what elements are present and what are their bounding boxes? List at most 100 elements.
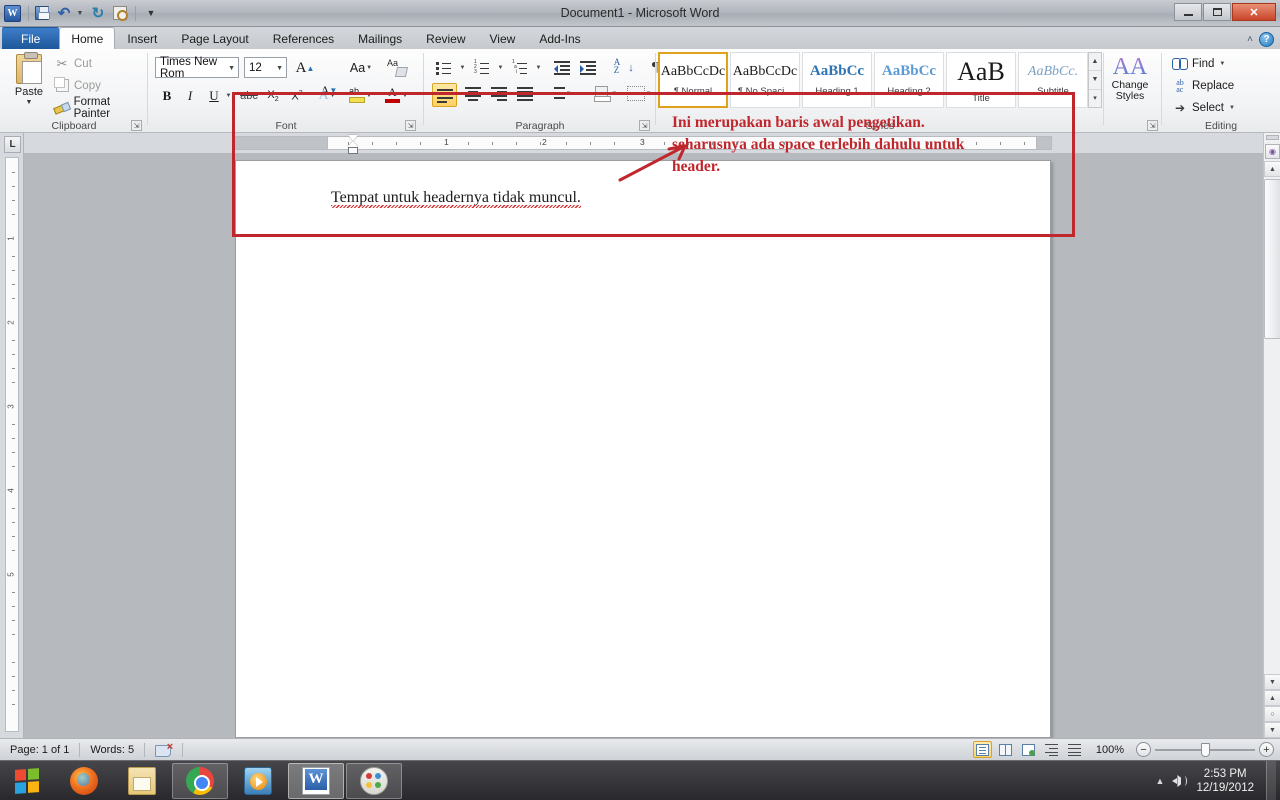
view-web-layout-button[interactable]	[1019, 741, 1038, 758]
bold-button[interactable]: B	[157, 85, 177, 107]
zoom-slider-thumb[interactable]	[1201, 742, 1210, 757]
clear-formatting-button[interactable]	[384, 57, 410, 79]
undo-icon[interactable]: ↶	[54, 3, 74, 23]
word-count[interactable]: Words: 5	[80, 739, 144, 761]
document-body-text[interactable]: Tempat untuk headernya tidak muncul.	[331, 189, 581, 207]
justify-button[interactable]	[512, 83, 537, 104]
tab-file[interactable]: File	[2, 27, 60, 49]
paste-button[interactable]: Paste ▼	[6, 52, 52, 116]
font-size-input[interactable]: 12 ▼	[244, 57, 287, 78]
tab-mailings[interactable]: Mailings	[346, 28, 414, 49]
style-heading-1[interactable]: AaBbCс Heading 1	[802, 52, 872, 108]
chevron-down-icon[interactable]: ▼	[141, 3, 161, 23]
left-margin-area[interactable]	[232, 136, 328, 150]
zoom-out-button[interactable]: −	[1136, 742, 1151, 757]
format-painter-button[interactable]: Format Painter	[52, 96, 148, 120]
gallery-more-icon[interactable]: ▾	[1089, 90, 1101, 107]
subscript-button[interactable]: X2	[262, 85, 284, 107]
style-no-spacing[interactable]: AaBbCcDc ¶ No Spaci...	[730, 52, 800, 108]
document-page[interactable]: Tempat untuk headernya tidak muncul.	[235, 160, 1051, 738]
select-browse-object-icon[interactable]: ◉	[1265, 144, 1280, 159]
increase-indent-button[interactable]	[576, 57, 600, 78]
taskbar-item-media-player[interactable]	[230, 763, 286, 799]
taskbar-item-firefox[interactable]	[56, 763, 112, 799]
line-spacing-button[interactable]: ▼	[546, 83, 572, 104]
help-icon[interactable]: ?	[1259, 32, 1274, 47]
superscript-button[interactable]: X2	[286, 85, 308, 107]
numbering-button[interactable]: 123	[470, 57, 494, 78]
paragraph-dialog-launcher-icon[interactable]: ⇲	[639, 120, 650, 131]
shading-button[interactable]: ▼	[592, 83, 618, 104]
tab-insert[interactable]: Insert	[115, 28, 169, 49]
gallery-scroll-down-icon[interactable]: ▼	[1089, 71, 1101, 90]
bullets-button[interactable]	[432, 57, 456, 78]
tab-stop-selector[interactable]: L	[4, 136, 21, 153]
text-effects-button[interactable]: A ▼	[316, 85, 338, 107]
zoom-level[interactable]: 100%	[1088, 739, 1132, 761]
chevron-down-icon[interactable]: ▼	[228, 65, 235, 72]
taskbar-item-file-explorer[interactable]	[114, 763, 170, 799]
word-app-icon[interactable]: W	[4, 4, 21, 22]
underline-dropdown-icon[interactable]: ▼	[222, 85, 234, 107]
vertical-scrollbar[interactable]: ◉ ▲ ▼ ▲ ○ ▼	[1263, 133, 1280, 738]
tab-review[interactable]: Review	[414, 28, 477, 49]
save-icon[interactable]	[32, 3, 52, 23]
view-outline-button[interactable]	[1042, 741, 1061, 758]
taskbar-item-word[interactable]	[288, 762, 344, 799]
tab-view[interactable]: View	[478, 28, 528, 49]
multilevel-list-button[interactable]: 1ai	[508, 57, 532, 78]
font-dialog-launcher-icon[interactable]: ⇲	[405, 120, 416, 131]
print-preview-icon[interactable]	[110, 3, 130, 23]
start-button[interactable]	[0, 762, 54, 800]
previous-page-button[interactable]: ▲	[1264, 690, 1280, 706]
show-hidden-icons-icon[interactable]: ▲	[1156, 776, 1165, 786]
vertical-ruler[interactable]: L 1 2 3 4 5	[0, 133, 24, 738]
style-heading-2[interactable]: AaBbCc Heading 2	[874, 52, 944, 108]
replace-button[interactable]: ab ac Replace	[1170, 76, 1234, 95]
numbering-dropdown-icon[interactable]: ▼	[494, 57, 506, 78]
select-button[interactable]: ➔ Select ▼	[1170, 98, 1235, 117]
find-button[interactable]: Find ▼	[1170, 54, 1225, 73]
grow-font-button[interactable]: A ▲	[294, 57, 316, 79]
restore-button[interactable]	[1203, 3, 1231, 21]
align-right-button[interactable]	[486, 83, 511, 104]
view-draft-button[interactable]	[1065, 741, 1084, 758]
horizontal-ruler[interactable]: 1 2 3	[24, 133, 1280, 154]
taskbar-item-chrome[interactable]	[172, 762, 228, 799]
change-styles-button[interactable]: AA Change Styles	[1104, 52, 1156, 118]
taskbar-item-paint[interactable]	[346, 762, 402, 799]
zoom-slider[interactable]	[1155, 742, 1255, 758]
gallery-scroll-up-icon[interactable]: ▲	[1089, 53, 1101, 72]
close-button[interactable]: ✕	[1232, 3, 1276, 21]
next-page-button[interactable]: ▼	[1264, 722, 1280, 738]
minimize-button[interactable]	[1174, 3, 1202, 21]
browse-object-button[interactable]: ○	[1264, 706, 1280, 722]
italic-button[interactable]: I	[180, 85, 200, 107]
split-window-handle[interactable]	[1266, 135, 1279, 140]
left-indent-marker[interactable]	[348, 147, 358, 154]
decrease-indent-button[interactable]	[550, 57, 574, 78]
view-print-layout-button[interactable]	[972, 741, 992, 758]
redo-icon[interactable]: ↻	[88, 3, 108, 23]
align-left-button[interactable]	[432, 83, 457, 107]
tab-add-ins[interactable]: Add-Ins	[527, 28, 592, 49]
change-case-button[interactable]: Aa ▼	[348, 57, 374, 79]
view-full-screen-button[interactable]	[996, 741, 1015, 758]
scroll-down-button[interactable]: ▼	[1264, 674, 1280, 690]
font-color-button[interactable]: ▼	[384, 85, 408, 107]
zoom-in-button[interactable]: +	[1259, 742, 1274, 757]
cut-button[interactable]: ✂ Cut	[52, 54, 92, 73]
underline-button[interactable]: U	[204, 85, 224, 107]
clipboard-dialog-launcher-icon[interactable]: ⇲	[131, 120, 142, 131]
font-name-input[interactable]: Times New Rom ▼	[155, 56, 239, 80]
undo-dropdown-icon[interactable]: ▼	[76, 3, 86, 23]
proofing-errors-button[interactable]	[145, 739, 182, 761]
borders-button[interactable]: ▼	[626, 83, 652, 104]
highlight-button[interactable]: ▼	[348, 85, 372, 107]
chevron-down-icon[interactable]: ▼	[276, 65, 283, 72]
multilevel-dropdown-icon[interactable]: ▼	[532, 57, 544, 78]
align-center-button[interactable]	[460, 83, 485, 104]
style-title[interactable]: AaB Title	[946, 52, 1016, 108]
clock[interactable]: 2:53 PM 12/19/2012	[1196, 767, 1254, 795]
scroll-up-button[interactable]: ▲	[1264, 161, 1280, 177]
